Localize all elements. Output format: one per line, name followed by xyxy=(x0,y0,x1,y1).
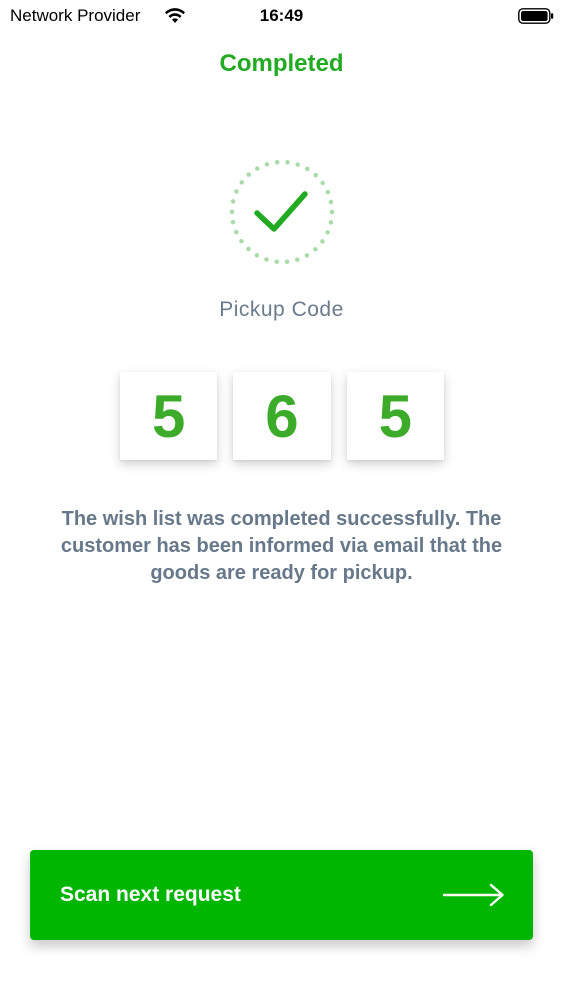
arrow-right-icon xyxy=(443,883,504,907)
checkmark-icon xyxy=(254,191,308,232)
completed-screen: Network Provider 16:49 Completed Pickup … xyxy=(0,0,563,1000)
battery-icon xyxy=(518,8,554,24)
status-bar: Network Provider 16:49 xyxy=(0,0,563,32)
success-badge xyxy=(229,159,335,265)
pickup-code-digit: 5 xyxy=(120,372,218,460)
completion-message: The wish list was completed successfully… xyxy=(60,508,503,584)
pickup-code-digit: 6 xyxy=(233,372,331,460)
scan-next-request-label: Scan next request xyxy=(60,883,241,906)
pickup-code-digit: 5 xyxy=(346,372,444,460)
pickup-code: 5 6 5 xyxy=(120,372,444,460)
pickup-code-label: Pickup Code xyxy=(219,298,344,321)
scan-next-request-button[interactable]: Scan next request xyxy=(30,850,533,940)
clock: 16:49 xyxy=(259,6,304,25)
page-title: Completed xyxy=(219,50,344,77)
